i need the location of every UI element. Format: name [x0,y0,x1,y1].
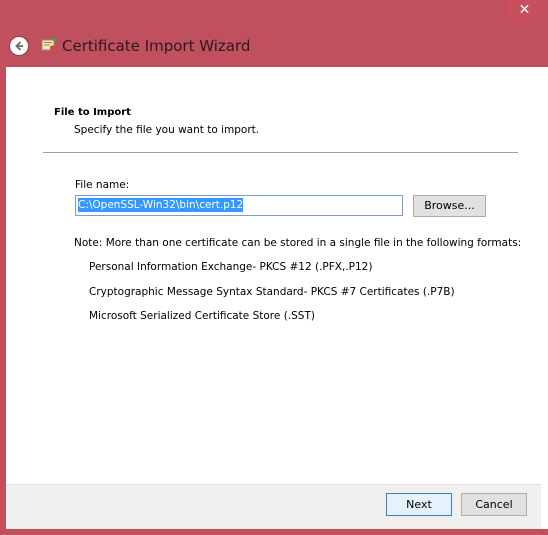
back-arrow-icon [15,41,23,51]
file-name-input[interactable]: C:\OpenSSL-Win32\bin\cert.p12 [75,195,403,216]
browse-button[interactable]: Browse... [413,195,486,217]
format-item: Personal Information Exchange- PKCS #12 … [89,261,373,273]
formats-note: Note: More than one certificate can be s… [74,237,522,249]
certificate-wizard-icon [41,37,56,51]
format-item: Cryptographic Message Syntax Standard- P… [89,286,455,298]
file-name-value: C:\OpenSSL-Win32\bin\cert.p12 [78,198,244,212]
close-icon: ✕ [518,2,531,18]
cancel-button[interactable]: Cancel [461,493,527,516]
window-edge [541,67,548,529]
wizard-title: Certificate Import Wizard [62,37,251,55]
page-title: File to Import [54,107,131,118]
next-button[interactable]: Next [386,493,452,516]
back-button[interactable] [9,36,29,56]
format-item: Microsoft Serialized Certificate Store (… [89,310,315,322]
close-button[interactable]: ✕ [507,0,542,21]
page-subtitle: Specify the file you want to import. [74,124,260,136]
file-name-label: File name: [75,179,130,191]
header-divider [43,152,518,153]
title-bar: ✕ Certificate Import Wizard [0,0,548,66]
